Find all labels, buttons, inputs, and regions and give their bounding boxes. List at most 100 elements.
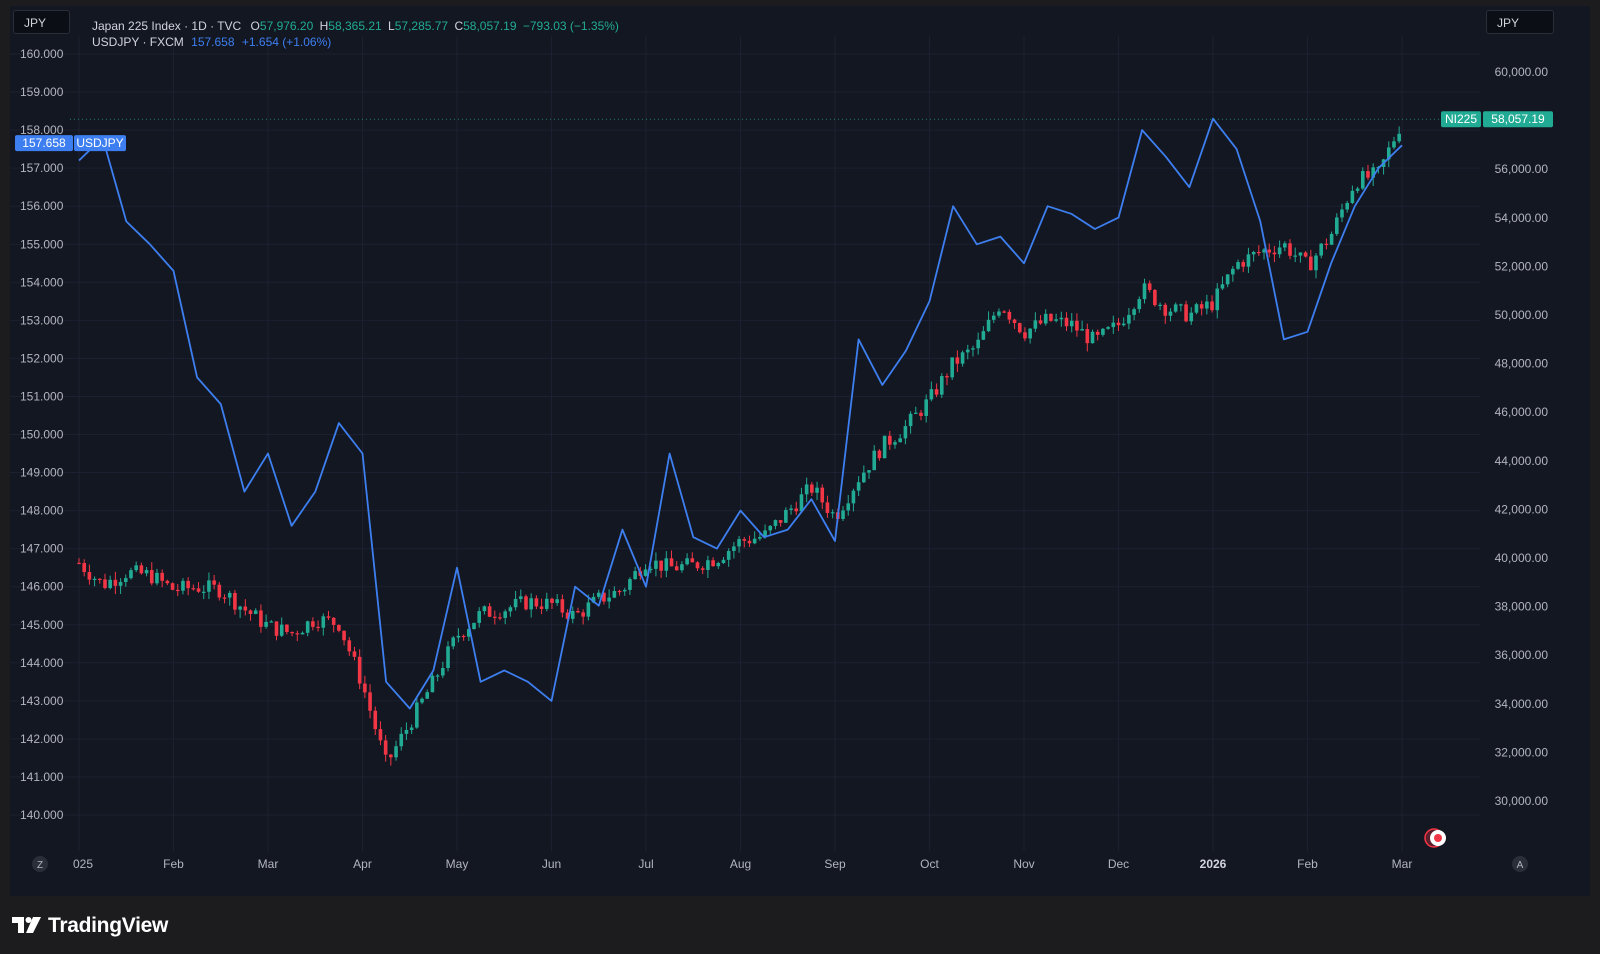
ni225-candle [321, 613, 326, 636]
candle-body [482, 606, 487, 612]
candle-body [300, 632, 305, 635]
candle-body [768, 525, 773, 531]
ni225-candle [1080, 320, 1084, 331]
candle-body [1340, 209, 1344, 218]
chart-panel[interactable]: 160.000 159.000 158.000 157.000 156.000 155.0… [10, 6, 1590, 896]
ni225-candle [997, 308, 1001, 318]
ni225-candle [1360, 167, 1365, 191]
candle-body [934, 389, 939, 395]
ni225-candle [654, 552, 658, 577]
candle-body [851, 490, 856, 504]
ni225-candle [155, 568, 159, 586]
close-value: 58,057.19 [463, 19, 517, 33]
left-axis-tick: 154.000 [20, 275, 64, 289]
ni225-candle [856, 476, 861, 497]
candle-body [1173, 304, 1178, 312]
candle-body [1215, 288, 1220, 311]
ni225-candle [810, 481, 814, 497]
candle-body [513, 598, 518, 608]
ni225-candle [1069, 313, 1074, 333]
candle-body [233, 592, 237, 610]
ni225-candle [1137, 296, 1142, 313]
candle-body [1334, 217, 1339, 234]
tradingview-logo[interactable]: TradingView [12, 914, 168, 938]
candle-body [186, 580, 190, 589]
high-value: 58,365.21 [328, 19, 382, 33]
candle-body [747, 540, 752, 544]
candle-body [373, 710, 378, 730]
candle-body [1319, 243, 1324, 256]
zoom-button[interactable]: Z [32, 856, 48, 872]
candle-body [612, 590, 617, 598]
candle-body [1085, 329, 1090, 344]
candle-body [1116, 322, 1121, 326]
candle-body [622, 589, 627, 592]
right-currency-button[interactable]: JPY [1486, 10, 1554, 34]
candle-body [259, 610, 263, 627]
candle-body [1049, 313, 1053, 321]
ni225-candle [1173, 302, 1178, 313]
auto-scale-button[interactable]: A [1512, 856, 1528, 872]
candle-body [711, 560, 715, 567]
price-chart[interactable]: 160.000 159.000 158.000 157.000 156.000 155.0… [10, 6, 1590, 896]
ni225-candle [1392, 136, 1396, 150]
right-axis-tick: 48,000.00 [1495, 357, 1549, 371]
left-axis-tick: 141.000 [20, 770, 64, 784]
ni225-candle [919, 409, 923, 421]
candle-body [1251, 251, 1256, 255]
ni225-candle [716, 561, 721, 569]
candle-body [732, 546, 736, 551]
ni225-candle [867, 470, 871, 479]
left-currency-button[interactable]: JPY [13, 10, 70, 34]
ni225-candle [1355, 186, 1360, 194]
candle-body [1147, 283, 1152, 291]
candle-body [103, 579, 107, 589]
ni225-candle [441, 661, 445, 679]
ni225-candle [965, 344, 970, 360]
candle-body [1257, 251, 1261, 254]
candle-body [201, 591, 206, 593]
candle-body [534, 598, 539, 607]
candle-body [955, 357, 960, 364]
candle-body [1028, 328, 1032, 339]
candle-body [539, 606, 544, 609]
candle-body [997, 311, 1001, 316]
ni225-candle [285, 624, 289, 635]
candle-body [409, 727, 414, 730]
main-series-legend[interactable]: Japan 225 Index · 1D · TVC O57,976.20 H5… [92, 18, 619, 34]
candle-body [596, 592, 601, 597]
candle-body [1153, 290, 1157, 306]
overlay-series-legend[interactable]: USDJPY · FXCM 157.658 +1.654 (+1.06%) [92, 34, 619, 50]
candle-body [1059, 317, 1064, 320]
ni225-candle [622, 587, 627, 596]
ni225-candle [201, 585, 206, 600]
ni225-candle [960, 350, 965, 367]
candle-body [451, 637, 456, 647]
candle-body [643, 569, 648, 576]
candle-body [1283, 243, 1287, 248]
ni225-candle [544, 592, 549, 612]
candle-body [830, 512, 835, 514]
ni225-candle [326, 610, 331, 621]
candle-body [1231, 268, 1235, 275]
candle-body [1220, 284, 1225, 289]
ni225-candle [555, 594, 559, 606]
ni225-candle [446, 641, 450, 672]
ni225-candle [1257, 245, 1261, 257]
candle-body [1043, 313, 1048, 324]
candle-body [726, 550, 731, 560]
ni225-candle [290, 631, 294, 637]
candle-body [144, 570, 149, 574]
candle-body [965, 349, 970, 353]
event-marker-icon[interactable] [1424, 828, 1446, 848]
x-axis-tick: Dec [1108, 857, 1129, 871]
ni225-candle [222, 594, 227, 604]
ni225-candle [1277, 240, 1282, 258]
ni225-candle [420, 697, 424, 705]
ni225-candle [628, 577, 632, 595]
ni225-candle [581, 609, 585, 625]
ni225-candle [373, 706, 378, 736]
ni225-candle [945, 373, 949, 386]
ni225-candle [378, 721, 383, 746]
ni225-candle [248, 609, 253, 621]
